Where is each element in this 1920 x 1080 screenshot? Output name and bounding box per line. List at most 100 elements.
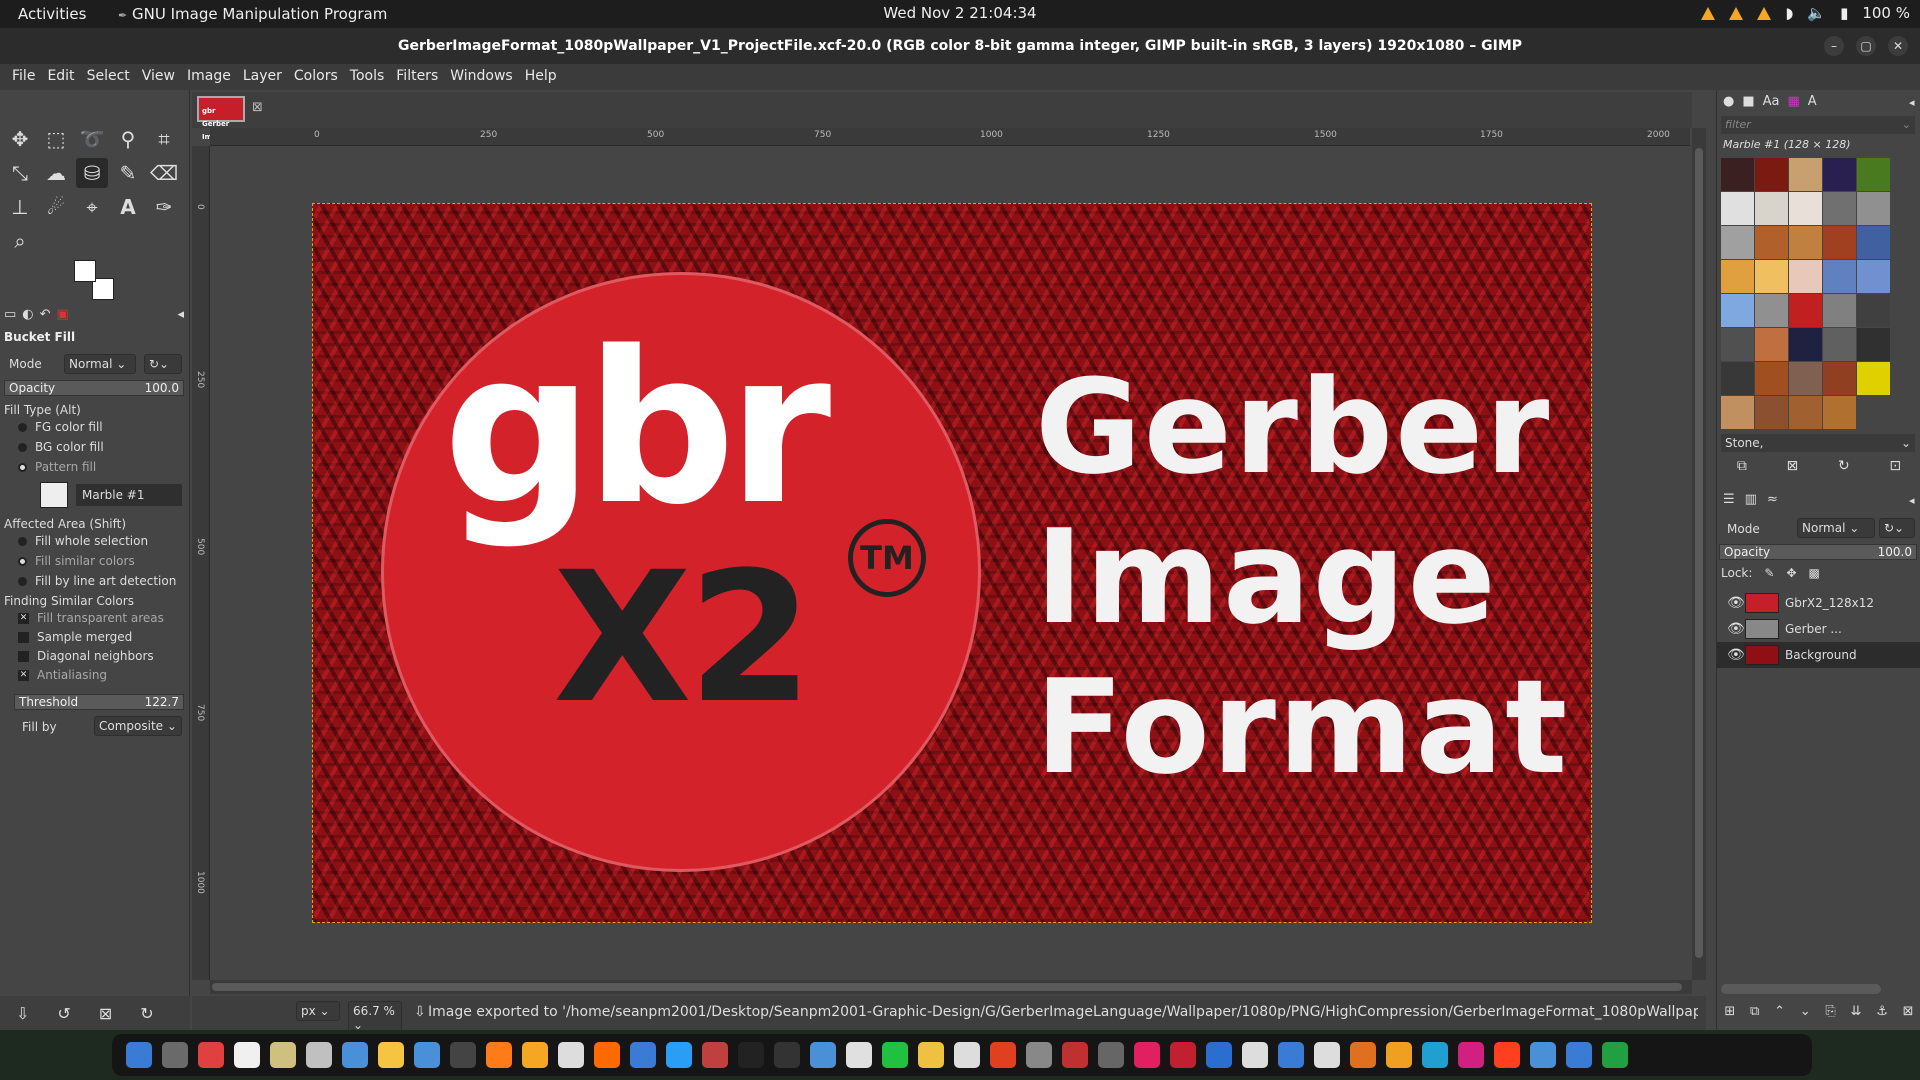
dock-app-icon[interactable] — [1350, 1042, 1376, 1068]
pattern-swatch[interactable] — [1823, 260, 1856, 293]
dock-app-icon[interactable] — [270, 1042, 296, 1068]
paths-tab-icon[interactable]: ≈ — [1767, 492, 1778, 507]
pattern-swatch[interactable] — [1823, 328, 1856, 361]
clone-tool-icon[interactable]: ⊥ — [4, 192, 36, 222]
close-tab-icon[interactable]: ⊠ — [252, 100, 263, 115]
color-picker-tool-icon[interactable]: ✑ — [148, 192, 180, 222]
fg-bg-color-selector[interactable] — [74, 260, 114, 300]
fuzzy-select-tool-icon[interactable]: ⚲ — [112, 124, 144, 154]
dock-app-icon[interactable] — [1134, 1042, 1160, 1068]
configure-tab-icon[interactable]: ◂ — [1909, 96, 1915, 109]
image-canvas[interactable]: gbr X2 TM Gerber Image Format — [312, 203, 1592, 923]
visibility-eye-icon[interactable]: 👁 — [1727, 621, 1745, 637]
dock-app-icon[interactable] — [1026, 1042, 1052, 1068]
warning-icon[interactable] — [1757, 6, 1772, 20]
lower-layer-icon[interactable]: ⌄ — [1800, 1004, 1811, 1019]
radio-selected-icon[interactable] — [18, 463, 27, 472]
app-menu[interactable]: ✒ GNU Image Manipulation Program — [118, 5, 387, 23]
merge-down-icon[interactable]: ⇊ — [1851, 1004, 1862, 1019]
menu-layer[interactable]: Layer — [237, 64, 288, 90]
warning-icon[interactable] — [1701, 6, 1716, 20]
dock-app-icon[interactable] — [342, 1042, 368, 1068]
radio-icon[interactable] — [18, 443, 27, 452]
affected-similar[interactable]: Fill similar colors — [4, 554, 184, 568]
dock-app-icon[interactable] — [810, 1042, 836, 1068]
dock-app-icon[interactable] — [414, 1042, 440, 1068]
dock-app-icon[interactable] — [306, 1042, 332, 1068]
pattern-preview[interactable] — [40, 482, 68, 508]
menu-file[interactable]: File — [6, 64, 41, 90]
move-tool-icon[interactable]: ✥ — [4, 124, 36, 154]
scrollbar-thumb[interactable] — [212, 983, 1682, 991]
dock-app-icon[interactable] — [1278, 1042, 1304, 1068]
delete-layer-icon[interactable]: ⊠ — [1903, 1004, 1914, 1019]
raise-layer-icon[interactable]: ⌃ — [1774, 1004, 1785, 1019]
pattern-swatch[interactable] — [1789, 328, 1822, 361]
fonts-tab-icon[interactable]: Aa — [1763, 94, 1780, 109]
pattern-swatch[interactable] — [1721, 396, 1754, 429]
device-status-tab-icon[interactable]: ◐ — [22, 307, 33, 327]
dock-app-icon[interactable] — [1170, 1042, 1196, 1068]
sample-merged-check[interactable]: Sample merged — [4, 630, 184, 644]
dock-app-icon[interactable] — [594, 1042, 620, 1068]
eraser-tool-icon[interactable]: ⌫ — [148, 158, 180, 188]
layer-mode-select[interactable]: Normal ⌄ — [1797, 518, 1875, 538]
image-tab-thumbnail[interactable]: gbr Gerber Image Format — [197, 96, 245, 154]
pattern-swatch[interactable] — [1755, 158, 1788, 191]
dock-app-icon[interactable] — [162, 1042, 188, 1068]
layers-tab-icon[interactable]: ☰ — [1723, 492, 1735, 507]
horizontal-scrollbar[interactable] — [210, 980, 1692, 994]
chevron-down-icon[interactable]: ⌄ — [1902, 118, 1911, 131]
images-tab-icon[interactable]: ▣ — [57, 307, 69, 327]
pattern-swatch[interactable] — [1857, 192, 1890, 225]
pattern-swatch[interactable] — [1789, 294, 1822, 327]
warp-tool-icon[interactable]: ☁ — [40, 158, 72, 188]
checkbox-icon[interactable] — [18, 651, 29, 662]
paint-dynamics-tab-icon[interactable]: A — [1808, 94, 1817, 109]
pattern-swatch[interactable] — [1823, 294, 1856, 327]
brushes-tab-icon[interactable]: ● — [1723, 94, 1734, 109]
checkbox-checked-icon[interactable]: ✕ — [18, 670, 29, 681]
clock[interactable]: Wed Nov 2 21:04:34 — [883, 4, 1036, 22]
menu-view[interactable]: View — [136, 64, 181, 90]
configure-tab-icon[interactable]: ◂ — [177, 307, 184, 327]
rect-select-tool-icon[interactable]: ⬚ — [40, 124, 72, 154]
pattern-swatch[interactable] — [1823, 226, 1856, 259]
mode-select[interactable]: Normal ⌄ — [64, 354, 136, 374]
pattern-swatch[interactable] — [1789, 260, 1822, 293]
pattern-swatch[interactable] — [1823, 158, 1856, 191]
warning-icon[interactable] — [1729, 6, 1744, 20]
radio-icon[interactable] — [18, 423, 27, 432]
unit-select[interactable]: px ⌄ — [296, 1001, 340, 1021]
reset-options-icon[interactable]: ↻ — [140, 1004, 153, 1023]
lasso-tool-icon[interactable]: ➰ — [76, 124, 108, 154]
gradients-tab-icon[interactable]: ▦ — [1788, 94, 1800, 109]
pattern-swatch[interactable] — [1857, 260, 1890, 293]
pattern-swatch[interactable] — [1857, 328, 1890, 361]
delete-pattern-icon[interactable]: ⊠ — [1787, 458, 1799, 474]
pattern-swatch[interactable] — [1789, 226, 1822, 259]
dock-app-icon[interactable] — [1602, 1042, 1628, 1068]
save-options-icon[interactable]: ⇩ — [16, 1004, 29, 1023]
opacity-slider[interactable]: Opacity 100.0 — [4, 380, 184, 396]
configure-tab-icon[interactable]: ◂ — [1909, 494, 1915, 507]
pattern-swatch[interactable] — [1721, 328, 1754, 361]
radio-icon[interactable] — [18, 537, 27, 546]
patterns-tab-icon[interactable]: ■ — [1742, 94, 1754, 109]
system-tray[interactable]: ◗ 🔈 ▮ 100 % — [1701, 4, 1910, 22]
dock-app-icon[interactable] — [234, 1042, 260, 1068]
zoom-tool-icon[interactable]: ⌕ — [4, 226, 36, 256]
dock-app-icon[interactable] — [1386, 1042, 1412, 1068]
mode-reset-button[interactable]: ↻⌄ — [144, 354, 182, 374]
pattern-filter-input[interactable]: filter ⌄ — [1721, 116, 1915, 134]
dock-app-icon[interactable] — [954, 1042, 980, 1068]
menu-colors[interactable]: Colors — [288, 64, 344, 90]
pattern-swatch[interactable] — [1789, 192, 1822, 225]
maximize-button[interactable]: ▢ — [1856, 36, 1876, 56]
fill-type-bg[interactable]: BG color fill — [4, 440, 184, 454]
pattern-swatch[interactable] — [1857, 362, 1890, 395]
undo-history-tab-icon[interactable]: ↶ — [40, 307, 51, 327]
pattern-tag-input[interactable]: Stone, ⌄ — [1721, 434, 1915, 452]
dock-app-icon[interactable] — [990, 1042, 1016, 1068]
affected-whole[interactable]: Fill whole selection — [4, 534, 184, 548]
